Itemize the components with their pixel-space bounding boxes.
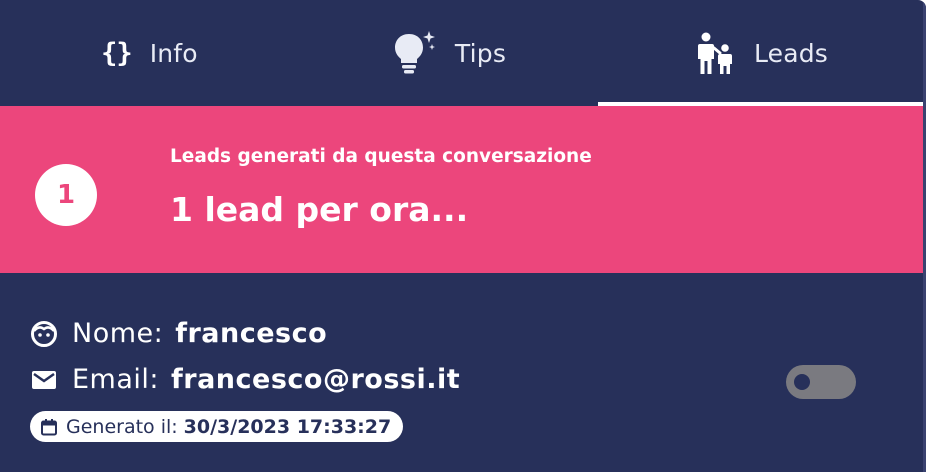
tab-leads-label: Leads (753, 38, 829, 68)
generated-value: 30/3/2023 17:33:27 (183, 415, 392, 438)
lead-email-row: Email: francesco@rossi.it (30, 364, 460, 395)
tab-info-label: Info (149, 38, 198, 68)
tab-tips[interactable]: Tips (299, 0, 598, 106)
email-value: francesco@rossi.it (171, 364, 461, 395)
leads-panel: {} Info Tips Leads 1 Leads generati da q… (0, 0, 926, 472)
tab-tips-label: Tips (454, 38, 507, 68)
name-label: Nome: (72, 318, 164, 349)
mail-icon (30, 366, 58, 394)
braces-icon: {} (101, 37, 133, 69)
face-icon (30, 320, 58, 348)
email-label: Email: (72, 364, 160, 395)
lightbulb-icon (391, 30, 437, 76)
leads-summary-banner: 1 Leads generati da questa conversazione… (0, 106, 926, 273)
lead-toggle[interactable] (786, 365, 856, 399)
calendar-icon (40, 418, 58, 436)
name-value: francesco (175, 318, 328, 349)
banner-subtitle: Leads generati da questa conversazione (170, 146, 592, 167)
lead-count-badge: 1 (35, 164, 97, 226)
generated-date-badge: Generato il: 30/3/2023 17:33:27 (30, 411, 404, 442)
tab-bar: {} Info Tips Leads (0, 0, 926, 106)
toggle-knob (794, 374, 810, 390)
generated-label: Generato il: (66, 415, 178, 438)
parent-child-icon (696, 31, 736, 75)
tab-leads[interactable]: Leads (598, 0, 926, 106)
banner-title: 1 lead per ora... (170, 190, 469, 229)
tab-info[interactable]: {} Info (0, 0, 299, 106)
lead-name-row: Nome: francesco (30, 318, 327, 349)
